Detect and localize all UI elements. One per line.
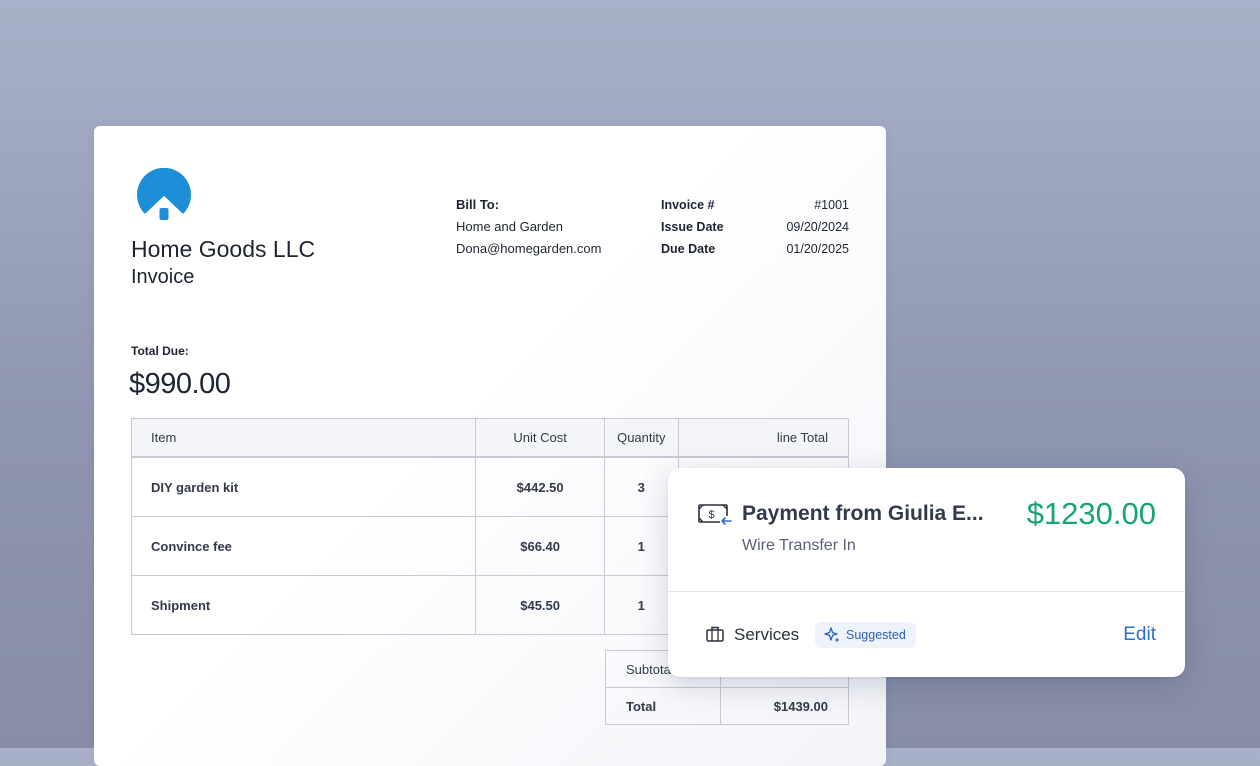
total-label: Total [604, 687, 722, 725]
meta-value: 09/20/2024 [786, 220, 849, 234]
cell-item: Convince fee [130, 516, 477, 576]
payment-method: Wire Transfer In [742, 537, 856, 554]
edit-button[interactable]: Edit [1123, 624, 1156, 646]
invoice-meta: Invoice # #1001 Issue Date 09/20/2024 Du… [661, 194, 849, 260]
cell-unit-cost: $45.50 [475, 575, 605, 635]
column-header-unit-cost: Unit Cost [475, 418, 605, 458]
home-dome-logo-icon [137, 168, 191, 220]
payment-title: Payment from Giulia E... [742, 502, 984, 525]
sparkle-icon [824, 627, 840, 643]
meta-row-issue-date: Issue Date 09/20/2024 [661, 216, 849, 238]
bill-to-block: Bill To: Home and Garden Dona@homegarden… [456, 194, 601, 260]
total-due-amount: $990.00 [129, 368, 231, 400]
cell-item: Shipment [130, 575, 477, 635]
meta-value: 01/20/2025 [786, 242, 849, 256]
suggested-badge: Suggested [815, 622, 916, 648]
table-header-row: Item Unit Cost Quantity line Total [130, 418, 850, 458]
category-label[interactable]: Services [734, 625, 799, 645]
bill-to-label: Bill To: [456, 197, 500, 212]
payment-card[interactable]: $ Payment from Giulia E... $1230.00 Wire… [668, 468, 1185, 677]
column-header-quantity: Quantity [603, 418, 679, 458]
company-name: Home Goods LLC [131, 236, 316, 262]
column-header-line-total: line Total [677, 418, 850, 458]
meta-value: #1001 [814, 198, 849, 212]
briefcase-icon [706, 626, 724, 642]
bill-to-name: Home and Garden [456, 219, 563, 234]
money-transfer-icon: $ [698, 504, 732, 526]
column-header-item: Item [130, 418, 477, 458]
document-type: Invoice [131, 266, 195, 288]
meta-label: Invoice # [661, 198, 715, 212]
meta-row-due-date: Due Date 01/20/2025 [661, 238, 849, 260]
meta-label: Due Date [661, 242, 716, 256]
cell-unit-cost: $66.40 [475, 516, 605, 576]
cell-item: DIY garden kit [130, 456, 477, 517]
cell-unit-cost: $442.50 [475, 456, 605, 517]
bill-to-email: Dona@homegarden.com [456, 241, 602, 256]
meta-label: Issue Date [661, 220, 724, 234]
total-row: Total $1439.00 [604, 687, 849, 725]
payment-amount: $1230.00 [1026, 496, 1156, 531]
meta-row-invoice-number: Invoice # #1001 [661, 194, 849, 216]
total-due-label: Total Due: [131, 344, 189, 358]
divider [668, 591, 1185, 592]
svg-text:$: $ [709, 509, 715, 521]
badge-label: Suggested [846, 628, 906, 642]
total-value: $1439.00 [720, 687, 849, 725]
